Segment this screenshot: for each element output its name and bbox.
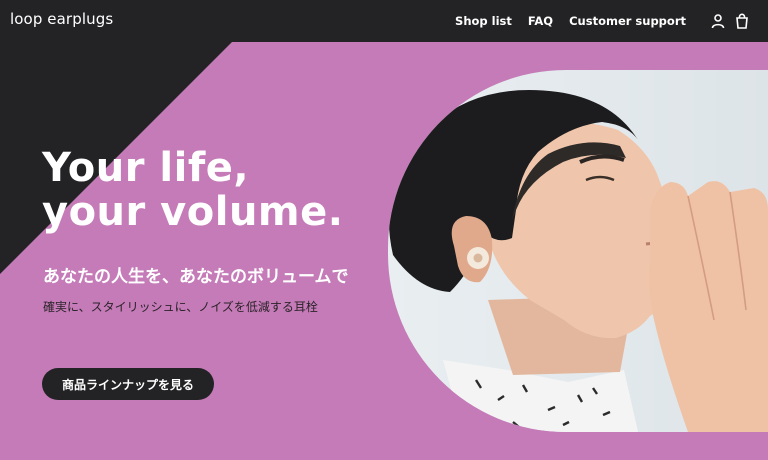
nav-shop-list[interactable]: Shop list: [455, 14, 512, 28]
logo[interactable]: loop earplugs: [10, 10, 113, 28]
nav-faq[interactable]: FAQ: [528, 14, 553, 28]
hero-description: 確実に、スタイリッシュに、ノイズを低減する耳栓: [43, 300, 318, 314]
view-product-lineup-button[interactable]: 商品ラインナップを見る: [42, 368, 214, 400]
hero-photo: [388, 70, 768, 432]
hero-subheading: あなたの人生を、あなたのボリュームで: [43, 267, 349, 287]
hero-headline: Your life, your volume.: [42, 146, 343, 234]
main-nav: Shop list FAQ Customer support: [455, 14, 686, 28]
cart-icon[interactable]: [734, 13, 750, 29]
account-icon[interactable]: [710, 13, 726, 29]
site-header: loop earplugs Shop list FAQ Customer sup…: [0, 0, 768, 42]
nav-customer-support[interactable]: Customer support: [569, 14, 686, 28]
headline-line-1: Your life,: [42, 145, 250, 191]
headline-line-2: your volume.: [42, 189, 344, 235]
